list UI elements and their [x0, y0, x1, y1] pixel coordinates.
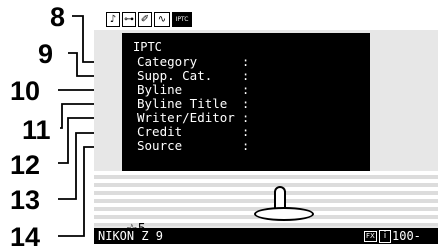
row-source: Source — [137, 138, 183, 153]
status-icons-bar: ♪ ⊶ ✐ ∿ IPTC — [94, 0, 438, 30]
camera-model: NIKON Z 9 — [98, 229, 164, 243]
colon-credit: : — [242, 125, 250, 139]
colon-supp-cat: : — [242, 69, 250, 83]
chart-icon: ∿ — [154, 12, 170, 27]
row-byline: Byline — [137, 82, 183, 97]
colon-writer-editor: : — [242, 111, 250, 125]
iptc-icon: IPTC — [172, 12, 192, 27]
row-category: Category — [137, 54, 198, 69]
row-supp-cat: Supp. Cat. — [137, 68, 213, 83]
row-credit: Credit — [137, 124, 183, 139]
row-byline-title: Byline Title — [137, 96, 228, 111]
colon-source: : — [242, 139, 250, 153]
info-badge: i — [379, 230, 391, 243]
protect-key-icon: ⊶ — [122, 12, 136, 27]
camera-display: ♪ ⊶ ✐ ∿ IPTC IPTC Category : Supp. Cat. … — [94, 0, 438, 244]
colon-byline-title: : — [242, 97, 250, 111]
retouch-icon: ✐ — [138, 12, 152, 27]
colon-category: : — [242, 55, 250, 69]
row-writer-editor: Writer/Editor — [137, 110, 235, 125]
panel-title: IPTC — [133, 40, 162, 54]
info-footer: NIKON Z 9 FX i 100-000 — [94, 228, 438, 244]
lamp-illustration-base — [254, 207, 314, 221]
iptc-info-panel: IPTC Category : Supp. Cat. : Byline : By… — [122, 33, 370, 171]
folder-file-number: 100-000 — [392, 229, 421, 244]
colon-byline: : — [242, 83, 250, 97]
music-note-icon: ♪ — [106, 12, 120, 27]
fx-format-badge: FX — [364, 231, 377, 242]
